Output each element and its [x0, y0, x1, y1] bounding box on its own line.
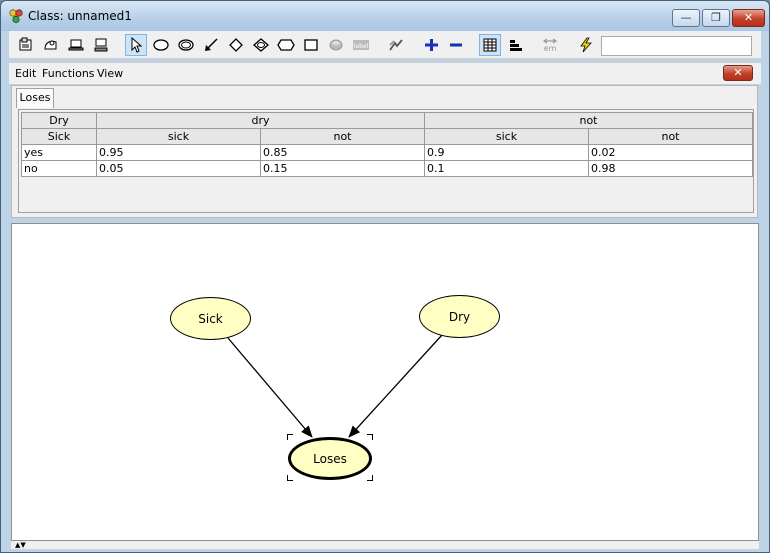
zoom-in-icon[interactable]	[420, 34, 442, 56]
node-properties-icon[interactable]	[15, 34, 37, 56]
table-row: no 0.05 0.15 0.1 0.98	[21, 160, 753, 177]
tab-loses[interactable]: Loses	[16, 88, 54, 108]
node-label: Loses	[313, 451, 347, 466]
application-window: Class: unnamed1 — ❐ ✕ label em Edit Func…	[0, 0, 770, 553]
probability-cell[interactable]: 0.98	[588, 160, 753, 177]
conditional-probability-table: Dry dry not Sick sick not sick not yes 0…	[21, 112, 753, 177]
svg-text:label: label	[354, 43, 369, 50]
laptop-icon[interactable]	[65, 34, 87, 56]
node-label: Sick	[198, 311, 223, 326]
table-panel: Loses Dry dry not Sick sick not sick not…	[11, 85, 758, 218]
rectangle-icon[interactable]	[300, 34, 322, 56]
dry-state-header: not	[424, 112, 753, 129]
toolbar: label em	[9, 31, 761, 59]
selection-handle[interactable]	[367, 475, 373, 481]
split-arrows-icon[interactable]: ▲▼	[15, 541, 26, 549]
utility-node-icon[interactable]	[250, 34, 272, 56]
close-window-button[interactable]: ✕	[732, 9, 765, 27]
select-pointer-icon[interactable]	[125, 34, 147, 56]
menu-edit[interactable]: Edit	[15, 67, 36, 80]
decision-node-icon[interactable]	[225, 34, 247, 56]
menu-bar: Edit Functions View ✕	[9, 62, 761, 84]
status-strip	[11, 541, 759, 549]
arrow-link-icon[interactable]	[200, 34, 222, 56]
network-canvas[interactable]: Sick Dry Loses	[11, 223, 759, 541]
node-dry[interactable]: Dry	[419, 295, 500, 338]
close-panel-button[interactable]: ✕	[723, 65, 753, 81]
computer-icon[interactable]	[90, 34, 112, 56]
title-bar[interactable]: Class: unnamed1 — ❐ ✕	[1, 1, 769, 31]
probability-cell[interactable]: 0.02	[588, 144, 753, 161]
probability-cell[interactable]: 0.15	[260, 160, 425, 177]
zoom-out-icon[interactable]	[445, 34, 467, 56]
node-label: Dry	[448, 309, 471, 324]
node-sick[interactable]: Sick	[170, 297, 251, 340]
em-learning-icon[interactable]: em	[539, 34, 561, 56]
selection-handle[interactable]	[287, 434, 293, 440]
node-loses[interactable]: Loses	[288, 437, 372, 480]
chance-node-icon[interactable]	[150, 34, 172, 56]
row-state-label: no	[21, 160, 97, 177]
selection-handle[interactable]	[287, 475, 293, 481]
instance-node-icon[interactable]	[275, 34, 297, 56]
sick-state-header: sick	[424, 128, 589, 145]
sick-state-header: sick	[96, 128, 261, 145]
table-row: yes 0.95 0.85 0.9 0.02	[21, 144, 753, 161]
selection-handle[interactable]	[367, 434, 373, 440]
table-view-icon[interactable]	[479, 34, 501, 56]
compile-icon[interactable]	[575, 34, 597, 56]
database-icon[interactable]	[325, 34, 347, 56]
probability-cell[interactable]: 0.9	[424, 144, 589, 161]
bar-chart-icon[interactable]	[505, 34, 527, 56]
search-input[interactable]	[601, 36, 752, 56]
discrete-decision-icon[interactable]	[175, 34, 197, 56]
cpt-table-area: Dry dry not Sick sick not sick not yes 0…	[18, 109, 754, 213]
open-icon[interactable]	[40, 34, 62, 56]
sick-state-header: not	[588, 128, 753, 145]
menu-view[interactable]: View	[97, 67, 123, 80]
maximize-button[interactable]: ❐	[702, 9, 730, 27]
probability-cell[interactable]: 0.1	[424, 160, 589, 177]
probability-cell[interactable]: 0.95	[96, 144, 261, 161]
parent-header-sick: Sick	[21, 128, 97, 145]
sick-state-header: not	[260, 128, 425, 145]
edges-layer	[227, 334, 443, 438]
edge-dry-loses[interactable]	[348, 334, 443, 438]
edge-sick-loses[interactable]	[227, 337, 313, 438]
menu-functions[interactable]: Functions	[42, 67, 95, 80]
svg-text:em: em	[544, 44, 557, 53]
minimize-button[interactable]: —	[672, 9, 700, 27]
align-icon[interactable]	[385, 34, 407, 56]
parent-header-dry: Dry	[21, 112, 97, 129]
label-icon[interactable]: label	[350, 34, 372, 56]
app-icon	[9, 9, 23, 24]
probability-cell[interactable]: 0.85	[260, 144, 425, 161]
probability-cell[interactable]: 0.05	[96, 160, 261, 177]
row-state-label: yes	[21, 144, 97, 161]
dry-state-header: dry	[96, 112, 425, 129]
window-title: Class: unnamed1	[28, 9, 132, 23]
